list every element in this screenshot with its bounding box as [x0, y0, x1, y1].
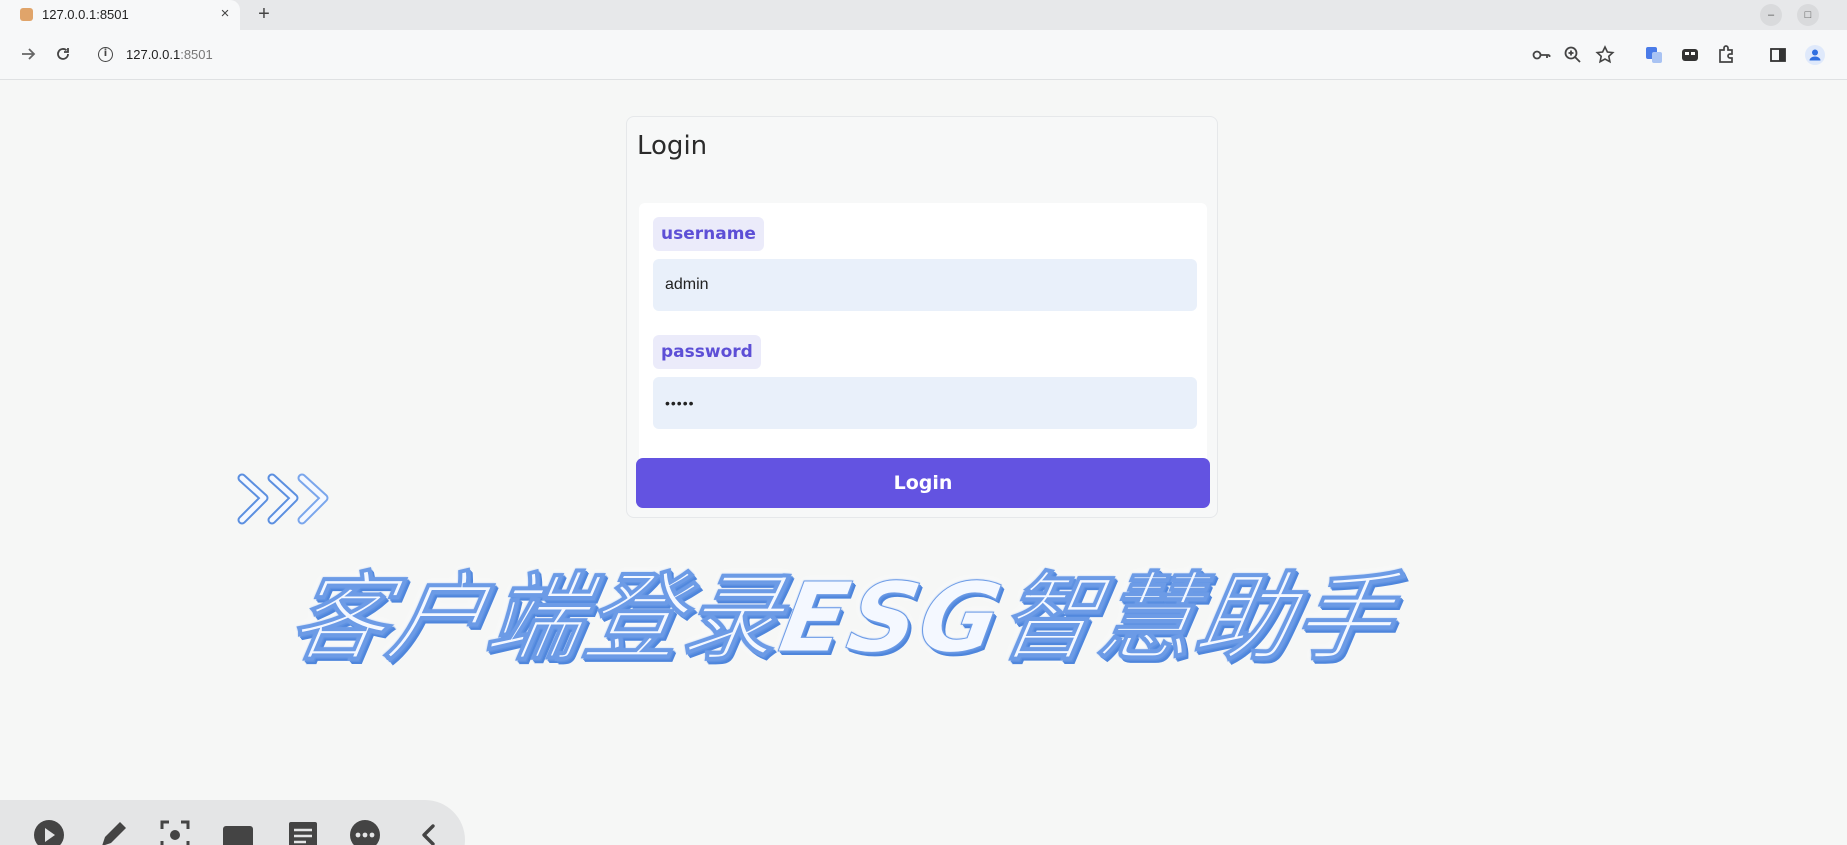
pen-icon[interactable]: [96, 818, 130, 845]
password-label: password: [653, 335, 761, 369]
minimize-button[interactable]: –: [1760, 4, 1782, 26]
browser-toolbar: i 127.0.0.1:8501: [0, 30, 1847, 80]
key-icon[interactable]: [1530, 44, 1552, 66]
chevrons-icon: [237, 473, 329, 525]
address-bar[interactable]: i 127.0.0.1:8501: [88, 38, 1618, 72]
screenshot-icon[interactable]: [158, 818, 192, 845]
tab-title: 127.0.0.1:8501: [42, 7, 129, 22]
url-text: 127.0.0.1:8501: [126, 47, 213, 62]
browser-tab[interactable]: 127.0.0.1:8501 ×: [0, 0, 240, 30]
tab-close-button[interactable]: ×: [216, 5, 234, 23]
username-label: username: [653, 217, 764, 251]
login-form: username password: [639, 203, 1207, 475]
login-button[interactable]: Login: [636, 458, 1210, 508]
extensions-icon[interactable]: [1715, 44, 1737, 66]
zoom-icon[interactable]: [1562, 44, 1584, 66]
star-icon[interactable]: [1594, 44, 1616, 66]
forward-icon[interactable]: [18, 44, 38, 64]
page-title: Login: [637, 131, 708, 161]
side-panel-icon[interactable]: [1767, 44, 1789, 66]
favicon-icon: [20, 8, 33, 21]
reload-icon[interactable]: [53, 44, 73, 64]
more-icon[interactable]: [348, 818, 382, 845]
restore-button[interactable]: □: [1797, 4, 1819, 26]
login-card: Login username password Login: [626, 116, 1218, 518]
play-icon[interactable]: [32, 818, 66, 845]
camera-icon[interactable]: [221, 818, 255, 845]
username-input[interactable]: [653, 259, 1197, 311]
password-input[interactable]: [653, 377, 1197, 429]
tab-strip: 127.0.0.1:8501 × + – □: [0, 0, 1847, 30]
media-icon[interactable]: [1679, 44, 1701, 66]
overlay-caption: 客户端登录ESG智慧助手: [282, 562, 1404, 675]
url-host: 127.0.0.1: [126, 47, 181, 62]
url-port: :8501: [180, 47, 213, 62]
profile-icon[interactable]: [1804, 44, 1826, 66]
notes-icon[interactable]: [286, 818, 320, 845]
new-tab-button[interactable]: +: [253, 3, 275, 25]
site-info-icon[interactable]: i: [98, 47, 113, 62]
collapse-icon[interactable]: [412, 818, 446, 845]
translate-icon[interactable]: [1643, 44, 1665, 66]
